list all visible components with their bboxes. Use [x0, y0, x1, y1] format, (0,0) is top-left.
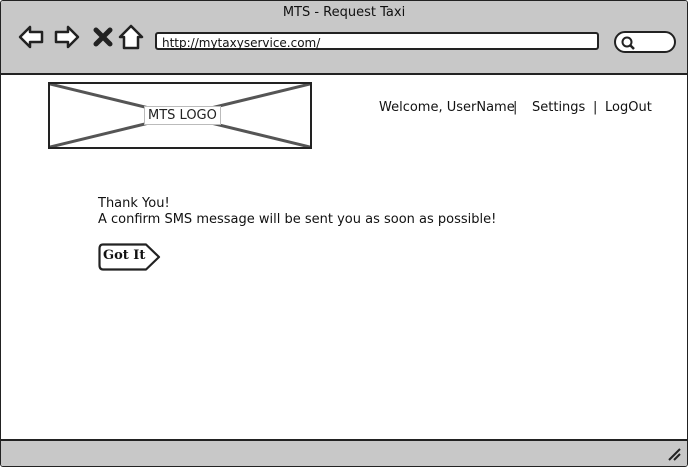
- confirmation-message: A confirm SMS message will be sent you a…: [98, 212, 497, 227]
- settings-link[interactable]: Settings: [532, 100, 585, 115]
- got-it-button[interactable]: Got It: [98, 243, 161, 271]
- logout-link[interactable]: LogOut: [605, 100, 652, 115]
- got-it-label: Got It: [103, 248, 146, 263]
- search-icon: [621, 36, 635, 50]
- thank-you-text: Thank You!: [98, 196, 170, 211]
- logo-text: MTS LOGO: [144, 106, 221, 125]
- nav-separator: |: [593, 100, 598, 115]
- home-icon[interactable]: [117, 23, 145, 51]
- status-bar: [1, 439, 687, 466]
- close-x-icon[interactable]: [89, 23, 117, 51]
- resize-grip-icon[interactable]: [667, 447, 681, 461]
- browser-search-box[interactable]: [614, 31, 676, 53]
- welcome-link[interactable]: Welcome, UserName: [379, 100, 515, 115]
- browser-window: MTS - Request Taxi http://mytaxyservice.…: [0, 0, 688, 467]
- logo-placeholder: MTS LOGO: [48, 82, 312, 149]
- browser-toolbar: MTS - Request Taxi http://mytaxyservice.…: [1, 1, 687, 75]
- nav-separator: |: [513, 100, 518, 115]
- back-arrow-icon[interactable]: [17, 23, 45, 51]
- window-title: MTS - Request Taxi: [282, 5, 406, 20]
- address-bar[interactable]: http://mytaxyservice.com/: [155, 32, 599, 50]
- forward-arrow-icon[interactable]: [53, 23, 81, 51]
